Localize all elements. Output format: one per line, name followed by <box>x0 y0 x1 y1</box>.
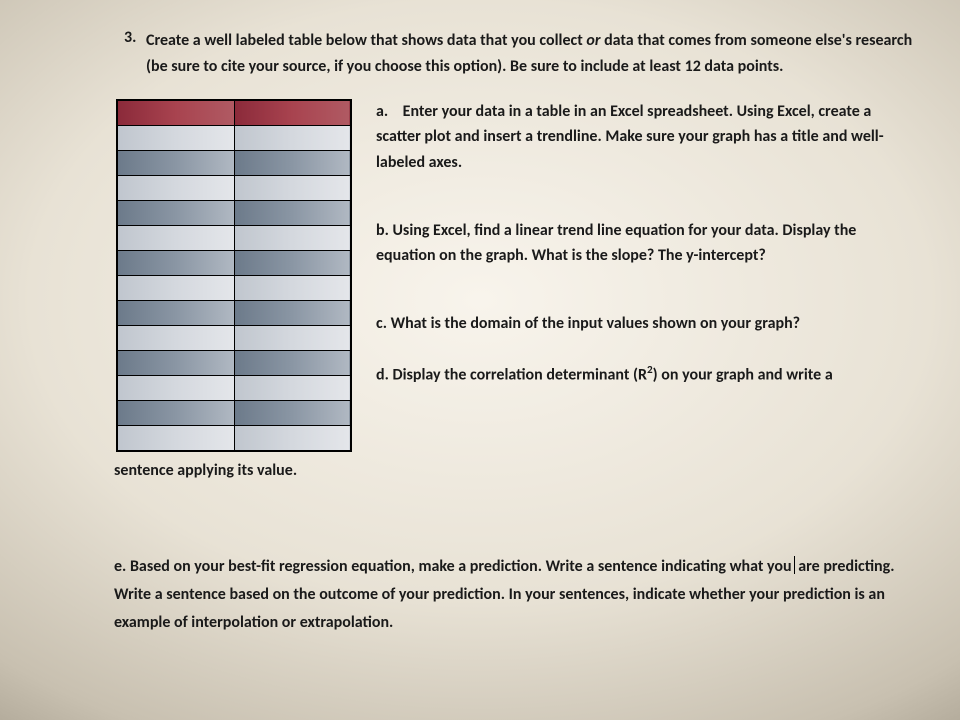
table-header-row <box>117 100 351 126</box>
item-a-text: Enter your data in a table in an Excel s… <box>376 102 884 172</box>
table-row <box>117 150 351 175</box>
table-row <box>117 225 351 250</box>
item-d: d. Display the correlation determinant (… <box>376 362 910 388</box>
item-d-letter: d. <box>376 366 389 385</box>
item-e: e. Based on your best-fit regression equ… <box>114 553 920 637</box>
item-a-letter: a. <box>376 102 388 121</box>
prompt-or: or <box>586 31 600 50</box>
table-row <box>117 275 351 300</box>
item-b-letter: b. <box>376 221 389 240</box>
item-d-tail: ) on your graph and write a <box>653 366 833 385</box>
prompt-seg1: Create a <box>146 31 204 50</box>
item-e-letter: e. <box>114 557 126 576</box>
question-number: 3. <box>124 28 136 47</box>
item-b-text: Using Excel, find a linear trend line eq… <box>376 221 856 266</box>
content-row: a. Enter your data in a table in an Exce… <box>116 99 920 452</box>
item-d-continuation: sentence applying its value. <box>114 458 920 484</box>
text-cursor-icon <box>794 556 795 574</box>
data-table <box>116 99 352 452</box>
item-c-letter: c. <box>376 314 387 333</box>
prompt-seg2: table below that shows data that you col… <box>285 31 587 50</box>
table-row <box>117 250 351 275</box>
table-row <box>117 125 351 150</box>
table-row <box>117 400 351 425</box>
item-c-text: What is the domain of the input values s… <box>391 314 800 333</box>
table-row <box>117 325 351 350</box>
item-e-text1: Based on your best-fit regression equati… <box>130 557 792 576</box>
prompt-bold: well labeled <box>204 31 284 50</box>
item-d-lead: Display the correlation determinant (R <box>392 366 647 385</box>
table-row <box>117 200 351 225</box>
question-prompt: Create a well labeled table below that s… <box>146 28 920 81</box>
item-a: a. Enter your data in a table in an Exce… <box>376 99 910 176</box>
side-items: a. Enter your data in a table in an Exce… <box>376 99 920 388</box>
item-c: c. What is the domain of the input value… <box>376 311 910 337</box>
table-row <box>117 175 351 200</box>
data-table-wrap <box>116 99 352 452</box>
table-row <box>117 350 351 375</box>
item-b: b. Using Excel, find a linear trend line… <box>376 218 910 269</box>
table-row <box>117 300 351 325</box>
worksheet-page: 3. Create a well labeled table below tha… <box>0 0 960 720</box>
table-row <box>117 375 351 400</box>
table-row <box>117 425 351 451</box>
